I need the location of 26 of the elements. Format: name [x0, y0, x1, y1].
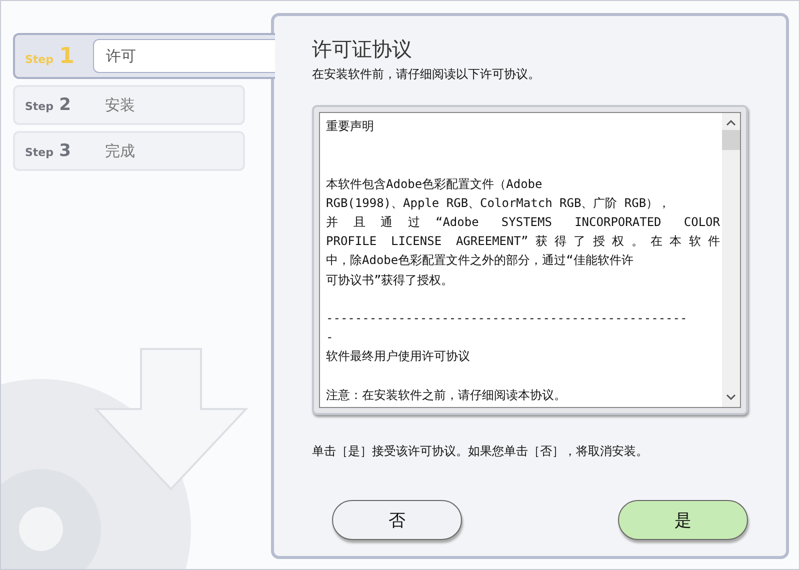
license-text-line: 中，除Adobe色彩配置文件之外的部分，通过“佳能软件许 [326, 252, 634, 270]
step-label: 完成 [104, 142, 135, 160]
license-text-line: 可协议书”获得了授权。 [326, 272, 454, 289]
license-text-line: RGB(1998)、Apple RGB、ColorMatch RGB、广阶 RGB）， [326, 194, 672, 212]
license-text-line: 本软件包含Adobe色彩配置文件（Adobe [326, 176, 544, 193]
license-text-line: - [326, 329, 334, 346]
step-label: 安装 [104, 96, 135, 114]
scroll-down-icon[interactable] [726, 394, 736, 401]
decline-button[interactable]: 否 [332, 500, 462, 540]
scrollbar-thumb[interactable] [722, 130, 740, 150]
license-text-line: 注意：在安装软件之前，请仔细阅读本协议。 [326, 386, 567, 404]
instruction-text: 单击［是］接受该许可协议。如果您单击［否］，将取消安装。 [312, 443, 649, 460]
accept-button[interactable]: 是 [618, 500, 748, 540]
step-label: 许可 [93, 39, 275, 73]
license-text-line: PROFILE LICENSE AGREEMENT”获得了授权。在本软件 [326, 233, 720, 250]
page-title: 许可证协议 [312, 36, 413, 63]
license-text-line: 软件最终用户使用许可协议 [326, 348, 471, 366]
license-text-line: 并且通过“Adobe SYSTEMS INCORPORATED COLOR [326, 214, 720, 231]
page-subtitle: 在安装软件前，请仔细阅读以下许可协议。 [312, 66, 541, 83]
license-text-line: 重要声明 [326, 118, 375, 135]
step-number: Step 1 [24, 44, 76, 68]
step-number: Step 3 [24, 141, 72, 161]
license-text-line: -------------------------------------------------- [326, 310, 688, 327]
scroll-up-icon[interactable] [726, 119, 736, 126]
step-number: Step 2 [24, 95, 72, 115]
scrollbar[interactable] [722, 113, 740, 407]
